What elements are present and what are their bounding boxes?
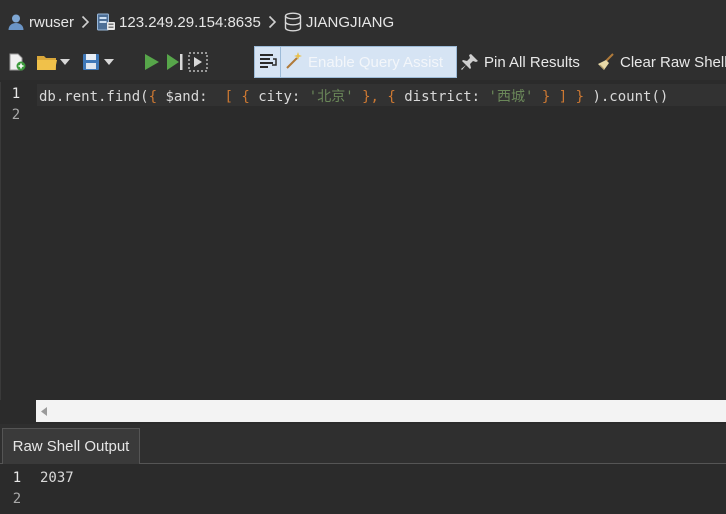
scroll-left-arrow-icon[interactable] (36, 400, 52, 422)
new-script-button[interactable] (6, 47, 28, 77)
pin-all-results-button[interactable]: Pin All Results (459, 47, 580, 77)
tab-raw-shell-output[interactable]: Raw Shell Output (2, 428, 140, 464)
line-number: 1 (11, 86, 21, 102)
save-button[interactable] (80, 47, 102, 77)
format-icon (258, 50, 278, 74)
new-file-icon (6, 51, 28, 73)
broom-icon (595, 51, 617, 73)
database-icon (283, 12, 303, 32)
open-dropdown-chevron-icon[interactable] (58, 59, 72, 65)
tab-raw-shell-output-label: Raw Shell Output (12, 438, 130, 455)
breadcrumb-host[interactable]: 123.249.29.154:8635 (96, 12, 261, 32)
run-statement-button[interactable] (164, 47, 186, 77)
breadcrumb-database[interactable]: JIANGJIANG (283, 12, 394, 32)
server-icon (96, 12, 116, 32)
code-line: db.rent.find({ $and: [ { city: '北京' }, {… (39, 89, 669, 105)
line-number-gutter: 1 2 (1, 82, 37, 400)
folder-icon (36, 51, 58, 73)
run-selection-icon (187, 51, 209, 73)
breadcrumb: rwuser 123.249.29.154:8635 JIANGJIANG (0, 0, 726, 44)
breadcrumb-user[interactable]: rwuser (6, 12, 74, 32)
open-file-button[interactable] (36, 47, 58, 77)
clear-raw-shell-button[interactable]: Clear Raw Shell (595, 47, 726, 77)
query-editor[interactable]: 1 2 db.rent.find({ $and: [ { city: '北京' … (0, 82, 726, 400)
output-result: 2037 (40, 470, 74, 486)
output-line-number: 1 (12, 470, 22, 486)
breadcrumb-database-label: JIANGJIANG (305, 13, 395, 31)
output-tab-bar: Raw Shell Output (0, 424, 726, 464)
output-line-number: 2 (12, 491, 22, 507)
enable-query-assist-label: Enable Query Assist (308, 53, 444, 71)
pin-all-results-label: Pin All Results (484, 53, 580, 71)
magic-wand-icon (284, 50, 304, 74)
breadcrumb-user-label: rwuser (29, 13, 75, 31)
play-icon (140, 51, 162, 73)
breadcrumb-host-label: 123.249.29.154:8635 (119, 13, 261, 31)
user-icon (6, 12, 26, 32)
enable-query-assist-button[interactable]: Enable Query Assist (280, 46, 457, 78)
format-button[interactable] (254, 46, 282, 78)
chevron-right-icon (268, 15, 277, 29)
save-icon (80, 51, 102, 73)
toolbar: Enable Query Assist Pin All Results Clea… (0, 44, 726, 80)
code-area[interactable]: db.rent.find({ $and: [ { city: '北京' }, {… (37, 82, 726, 400)
step-run-icon (164, 51, 186, 73)
horizontal-scrollbar[interactable] (36, 400, 726, 422)
run-selection-button[interactable] (187, 47, 209, 77)
chevron-right-icon (81, 15, 90, 29)
save-dropdown-chevron-icon[interactable] (102, 59, 116, 65)
line-number: 2 (11, 107, 21, 123)
clear-raw-shell-label: Clear Raw Shell (620, 53, 726, 71)
pin-icon (459, 51, 481, 73)
raw-shell-output[interactable]: 1 2 2037 (0, 465, 726, 514)
run-button[interactable] (140, 47, 162, 77)
